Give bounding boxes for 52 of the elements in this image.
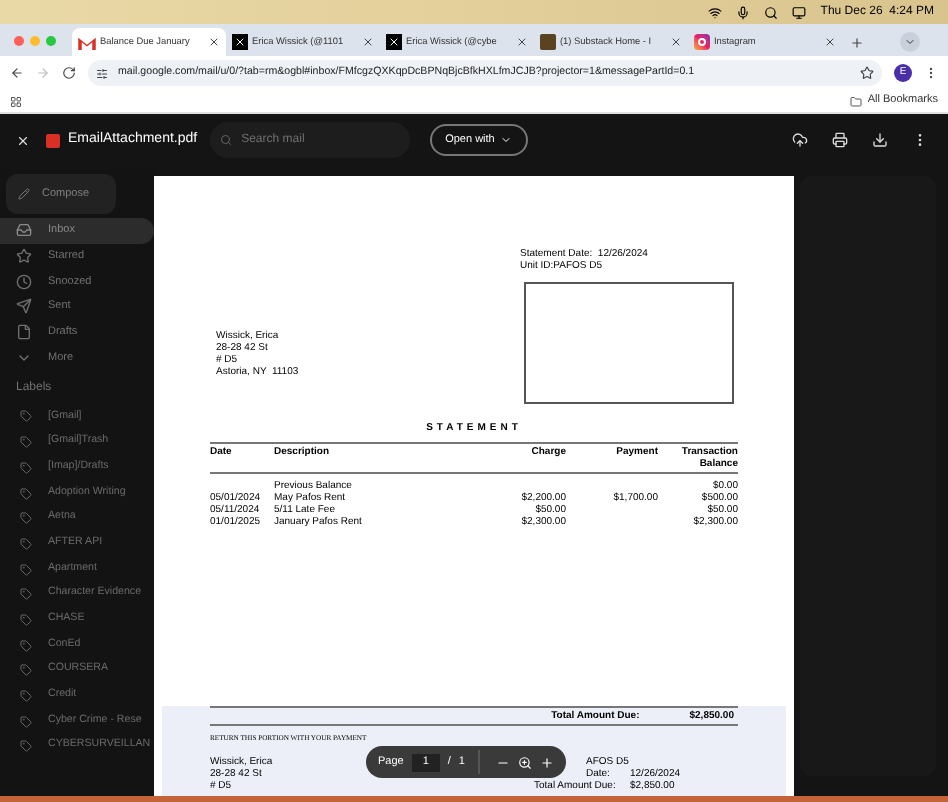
- label-icon: [20, 690, 32, 703]
- zoom-in-icon[interactable]: [540, 755, 555, 769]
- close-icon[interactable]: [16, 133, 30, 147]
- file-icon: [16, 324, 32, 341]
- wifi-icon[interactable]: [708, 5, 723, 19]
- print-icon[interactable]: [832, 132, 848, 148]
- close-tab-icon[interactable]: [516, 36, 528, 48]
- download-icon[interactable]: [872, 132, 888, 148]
- label-icon: [20, 613, 32, 626]
- label-icon: [20, 487, 32, 500]
- star-icon: [16, 248, 32, 265]
- search-icon: [219, 134, 232, 146]
- label-icon: [20, 715, 32, 728]
- chevron-down-icon: [904, 36, 916, 48]
- microphone-icon[interactable]: [736, 5, 751, 19]
- apps-icon[interactable]: [10, 95, 22, 107]
- bookmark-star-icon[interactable]: [860, 66, 874, 80]
- send-icon: [16, 298, 32, 315]
- clock-icon: [16, 273, 32, 290]
- mail-icon: [78, 35, 96, 49]
- search-icon[interactable]: [764, 5, 779, 19]
- close-tab-icon[interactable]: [362, 36, 374, 48]
- new-tab-icon[interactable]: [850, 35, 864, 49]
- back-icon[interactable]: [10, 66, 24, 80]
- label-icon: [20, 461, 32, 474]
- cloud-upload-icon[interactable]: [792, 132, 808, 148]
- inbox-icon: [16, 222, 32, 239]
- pencil-icon: [18, 188, 30, 200]
- close-tab-icon[interactable]: [824, 36, 836, 48]
- label-icon: [20, 563, 32, 576]
- x-logo-icon: [386, 34, 402, 50]
- label-icon: [20, 410, 32, 423]
- label-icon: [20, 537, 32, 550]
- reload-icon[interactable]: [62, 66, 76, 80]
- close-tab-icon[interactable]: [670, 36, 682, 48]
- caret-icon: [500, 134, 513, 146]
- label-icon: [20, 740, 32, 753]
- menu-icon[interactable]: [924, 66, 938, 80]
- site-settings-icon[interactable]: [96, 67, 108, 79]
- label-icon: [20, 664, 32, 677]
- label-icon: [20, 436, 32, 449]
- display-icon[interactable]: [792, 5, 807, 19]
- camera-logo-icon: [694, 34, 710, 50]
- label-icon: [20, 512, 32, 525]
- x-logo-icon: [232, 34, 248, 50]
- folder-icon: [849, 95, 862, 107]
- label-icon: [20, 639, 32, 652]
- close-tab-icon[interactable]: [208, 36, 220, 48]
- pdf-icon: [46, 133, 60, 147]
- zoom-icon: [518, 755, 533, 769]
- tab-search-button[interactable]: [900, 32, 920, 52]
- label-icon: [20, 588, 32, 601]
